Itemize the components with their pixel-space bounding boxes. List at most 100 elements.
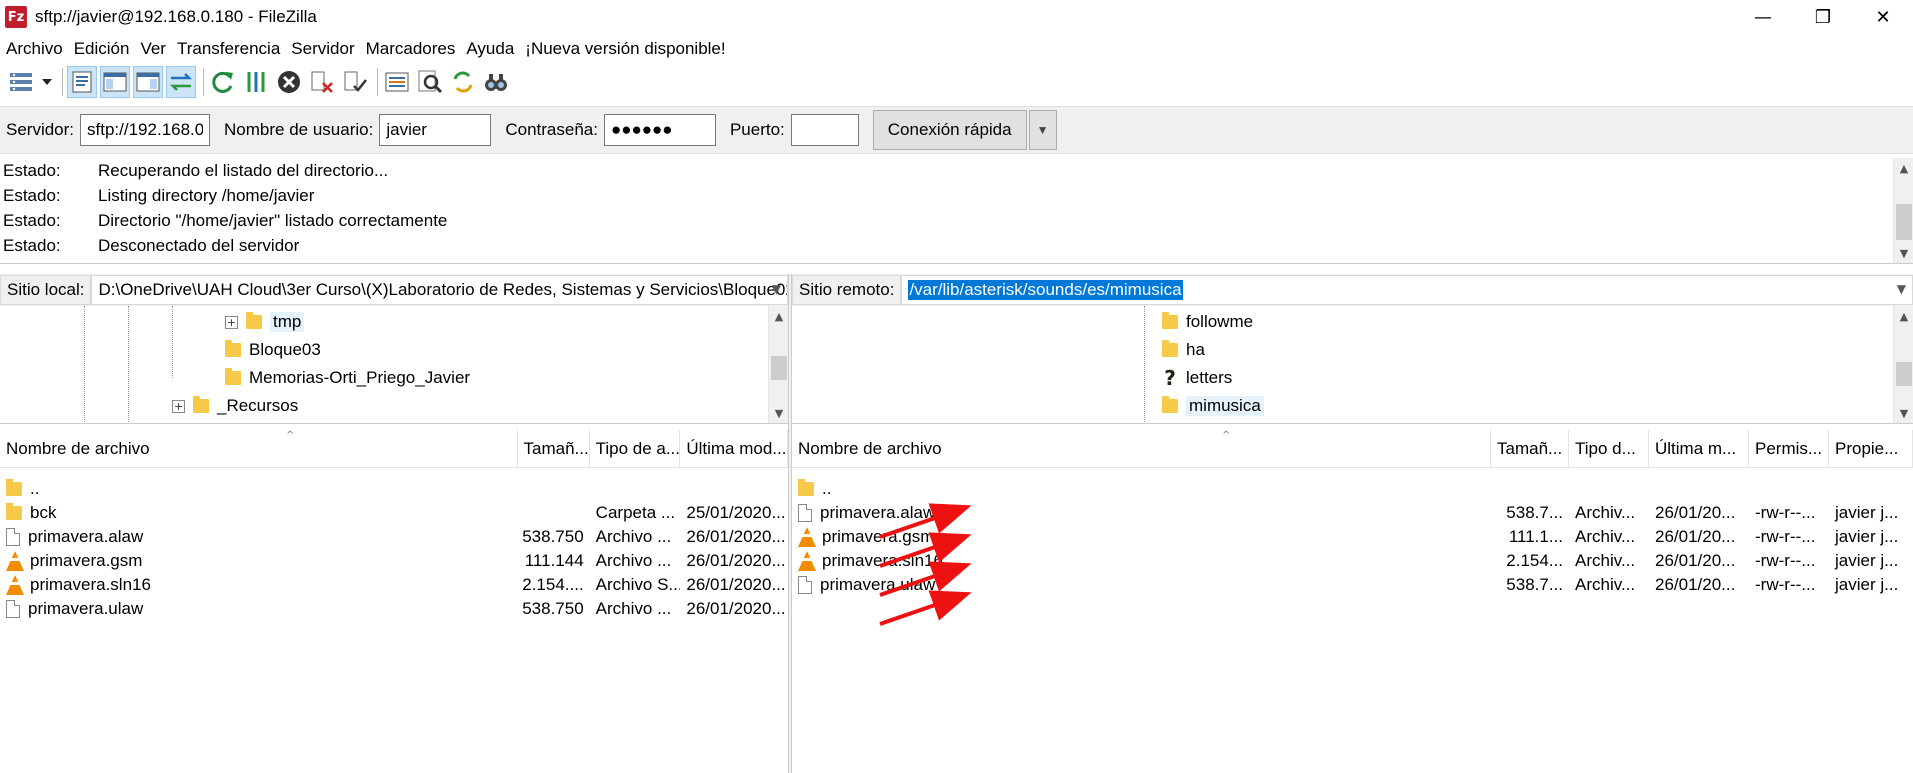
column-header-size[interactable]: Tamañ... <box>1491 430 1569 468</box>
toggle-remote-tree-icon[interactable] <box>133 66 163 98</box>
scroll-down-icon[interactable]: ▼ <box>769 403 788 423</box>
expand-icon[interactable]: + <box>225 315 238 329</box>
file-size: 538.750 <box>522 598 584 618</box>
file-modified: 26/01/20... <box>1655 574 1736 594</box>
log-scrollbar[interactable]: ▲ ▼ <box>1893 158 1913 263</box>
menu-new-version[interactable]: ¡Nueva versión disponible! <box>525 39 725 59</box>
file-size: 2.154... <box>1506 550 1563 570</box>
file-size: 538.750 <box>522 526 584 546</box>
file-row[interactable]: primavera.ulaw 538.7... Archiv... 26/01/20.… <box>792 570 1913 599</box>
folder-icon <box>6 478 22 496</box>
pane-splitter[interactable] <box>788 274 792 773</box>
log-status-label: Estado: <box>3 235 61 255</box>
remote-path-input[interactable]: /var/lib/asterisk/sounds/es/mimusica ▼ <box>901 275 1913 305</box>
file-icon <box>798 575 812 594</box>
local-tree-scrollbar[interactable]: ▲ ▼ <box>768 306 788 423</box>
server-input[interactable] <box>80 114 211 146</box>
scroll-thumb[interactable] <box>771 356 787 380</box>
folder-icon <box>1162 340 1178 357</box>
quickconnect-history-dropdown[interactable]: ▼ <box>1028 110 1057 150</box>
remote-tree-item-ha[interactable]: ha <box>1162 336 1205 364</box>
refresh-icon[interactable] <box>208 66 238 98</box>
expand-icon[interactable]: + <box>172 399 185 413</box>
restore-button[interactable]: ❐ <box>1793 0 1853 34</box>
tree-item-label: Memorias-Orti_Priego_Javier <box>249 368 471 387</box>
column-header-modified[interactable]: Última m... <box>1649 430 1749 468</box>
search-icon[interactable] <box>415 66 445 98</box>
toolbar-separator <box>203 68 204 96</box>
scroll-down-icon[interactable]: ▼ <box>1894 243 1913 263</box>
find-icon[interactable] <box>481 66 511 98</box>
username-label: Nombre de usuario: <box>224 120 374 139</box>
tree-item-tmp[interactable]: + tmp <box>225 308 305 336</box>
window-title: sftp://javier@192.168.0.180 - FileZilla <box>35 7 317 26</box>
chevron-down-icon[interactable]: ▼ <box>772 282 781 296</box>
process-queue-icon[interactable] <box>241 66 271 98</box>
password-label: Contraseña: <box>505 120 598 139</box>
column-header-name[interactable]: Nombre de archivo <box>0 430 518 468</box>
menu-edicion[interactable]: Edición <box>74 39 130 59</box>
chevron-down-icon[interactable]: ▼ <box>1897 282 1906 296</box>
remote-tree-scrollbar[interactable]: ▲ ▼ <box>1893 306 1913 423</box>
reconnect-icon[interactable] <box>340 66 370 98</box>
scroll-thumb[interactable] <box>1896 362 1912 386</box>
file-modified: 26/01/2020... <box>686 574 786 594</box>
cancel-icon[interactable] <box>274 66 304 98</box>
scroll-up-icon[interactable]: ▲ <box>769 306 788 326</box>
tree-item-bloque03[interactable]: Bloque03 <box>225 336 321 364</box>
tree-item-label: mimusica <box>1186 396 1264 416</box>
log-status-label: Estado: <box>3 160 61 180</box>
username-input[interactable] <box>379 114 492 146</box>
menu-transferencia[interactable]: Transferencia <box>177 39 280 59</box>
port-label: Puerto: <box>729 120 785 139</box>
tree-item-recursos[interactable]: + _Recursos <box>172 392 298 420</box>
column-header-type[interactable]: Tipo de a... <box>590 430 681 468</box>
toggle-queue-icon[interactable] <box>166 66 196 98</box>
file-icon <box>6 527 20 546</box>
remote-tree-item-followme[interactable]: followme <box>1162 308 1253 336</box>
close-button[interactable]: ✕ <box>1853 0 1913 34</box>
password-input[interactable] <box>603 114 716 146</box>
column-header-type[interactable]: Tipo d... <box>1569 430 1649 468</box>
file-size: 111.1... <box>1508 526 1563 546</box>
menu-servidor[interactable]: Servidor <box>291 39 354 59</box>
file-type: Archivo ... <box>595 526 672 546</box>
menu-marcadores[interactable]: Marcadores <box>366 39 456 59</box>
folder-icon <box>193 396 209 413</box>
scroll-down-icon[interactable]: ▼ <box>1894 403 1913 423</box>
scroll-thumb[interactable] <box>1896 204 1912 240</box>
local-path-input[interactable]: D:\OneDrive\UAH Cloud\3er Curso\(X)Labor… <box>91 275 788 305</box>
toggle-local-tree-icon[interactable] <box>100 66 130 98</box>
menu-ayuda[interactable]: Ayuda <box>466 39 514 59</box>
file-name: primavera.alaw <box>28 526 144 546</box>
compare-icon[interactable] <box>448 66 478 98</box>
file-row[interactable]: primavera.ulaw 538.750 Archivo ... 26/01/20… <box>0 594 788 623</box>
port-input[interactable] <box>790 114 859 146</box>
remote-site-label: Sitio remoto: <box>792 275 902 305</box>
remote-tree-item-letters[interactable]: ? letters <box>1162 364 1232 392</box>
file-name-cell: primavera.alaw <box>792 503 1491 523</box>
directory-filter-icon[interactable] <box>382 66 412 98</box>
toggle-log-icon[interactable] <box>67 66 97 98</box>
scroll-up-icon[interactable]: ▲ <box>1894 158 1913 178</box>
scroll-up-icon[interactable]: ▲ <box>1894 306 1913 326</box>
tree-item-memorias[interactable]: Memorias-Orti_Priego_Javier <box>225 364 470 392</box>
vlc-media-icon <box>6 550 24 571</box>
column-header-size[interactable]: Tamañ... <box>518 430 590 468</box>
column-header-modified[interactable]: Última mod... <box>680 430 788 468</box>
site-manager-icon[interactable] <box>6 66 36 98</box>
menu-archivo[interactable]: Archivo <box>6 39 63 59</box>
remote-path-text: /var/lib/asterisk/sounds/es/mimusica <box>908 280 1183 300</box>
disconnect-icon[interactable] <box>307 66 337 98</box>
file-name: primavera.alaw <box>820 502 936 522</box>
menu-ver[interactable]: Ver <box>140 39 166 59</box>
log-message: Directorio "/home/javier" listado correc… <box>98 210 448 230</box>
column-header-permissions[interactable]: Permis... <box>1749 430 1829 468</box>
quickconnect-button[interactable]: Conexión rápida <box>872 110 1027 150</box>
column-header-owner[interactable]: Propie... <box>1829 430 1913 468</box>
log-line: Estado: Directorio "/home/javier" listado… <box>0 208 1913 233</box>
column-header-name[interactable]: Nombre de archivo <box>792 430 1491 468</box>
minimize-button[interactable]: — <box>1733 0 1793 34</box>
remote-tree-item-mimusica[interactable]: mimusica <box>1162 392 1264 420</box>
dropdown-arrow-icon[interactable] <box>39 66 55 98</box>
